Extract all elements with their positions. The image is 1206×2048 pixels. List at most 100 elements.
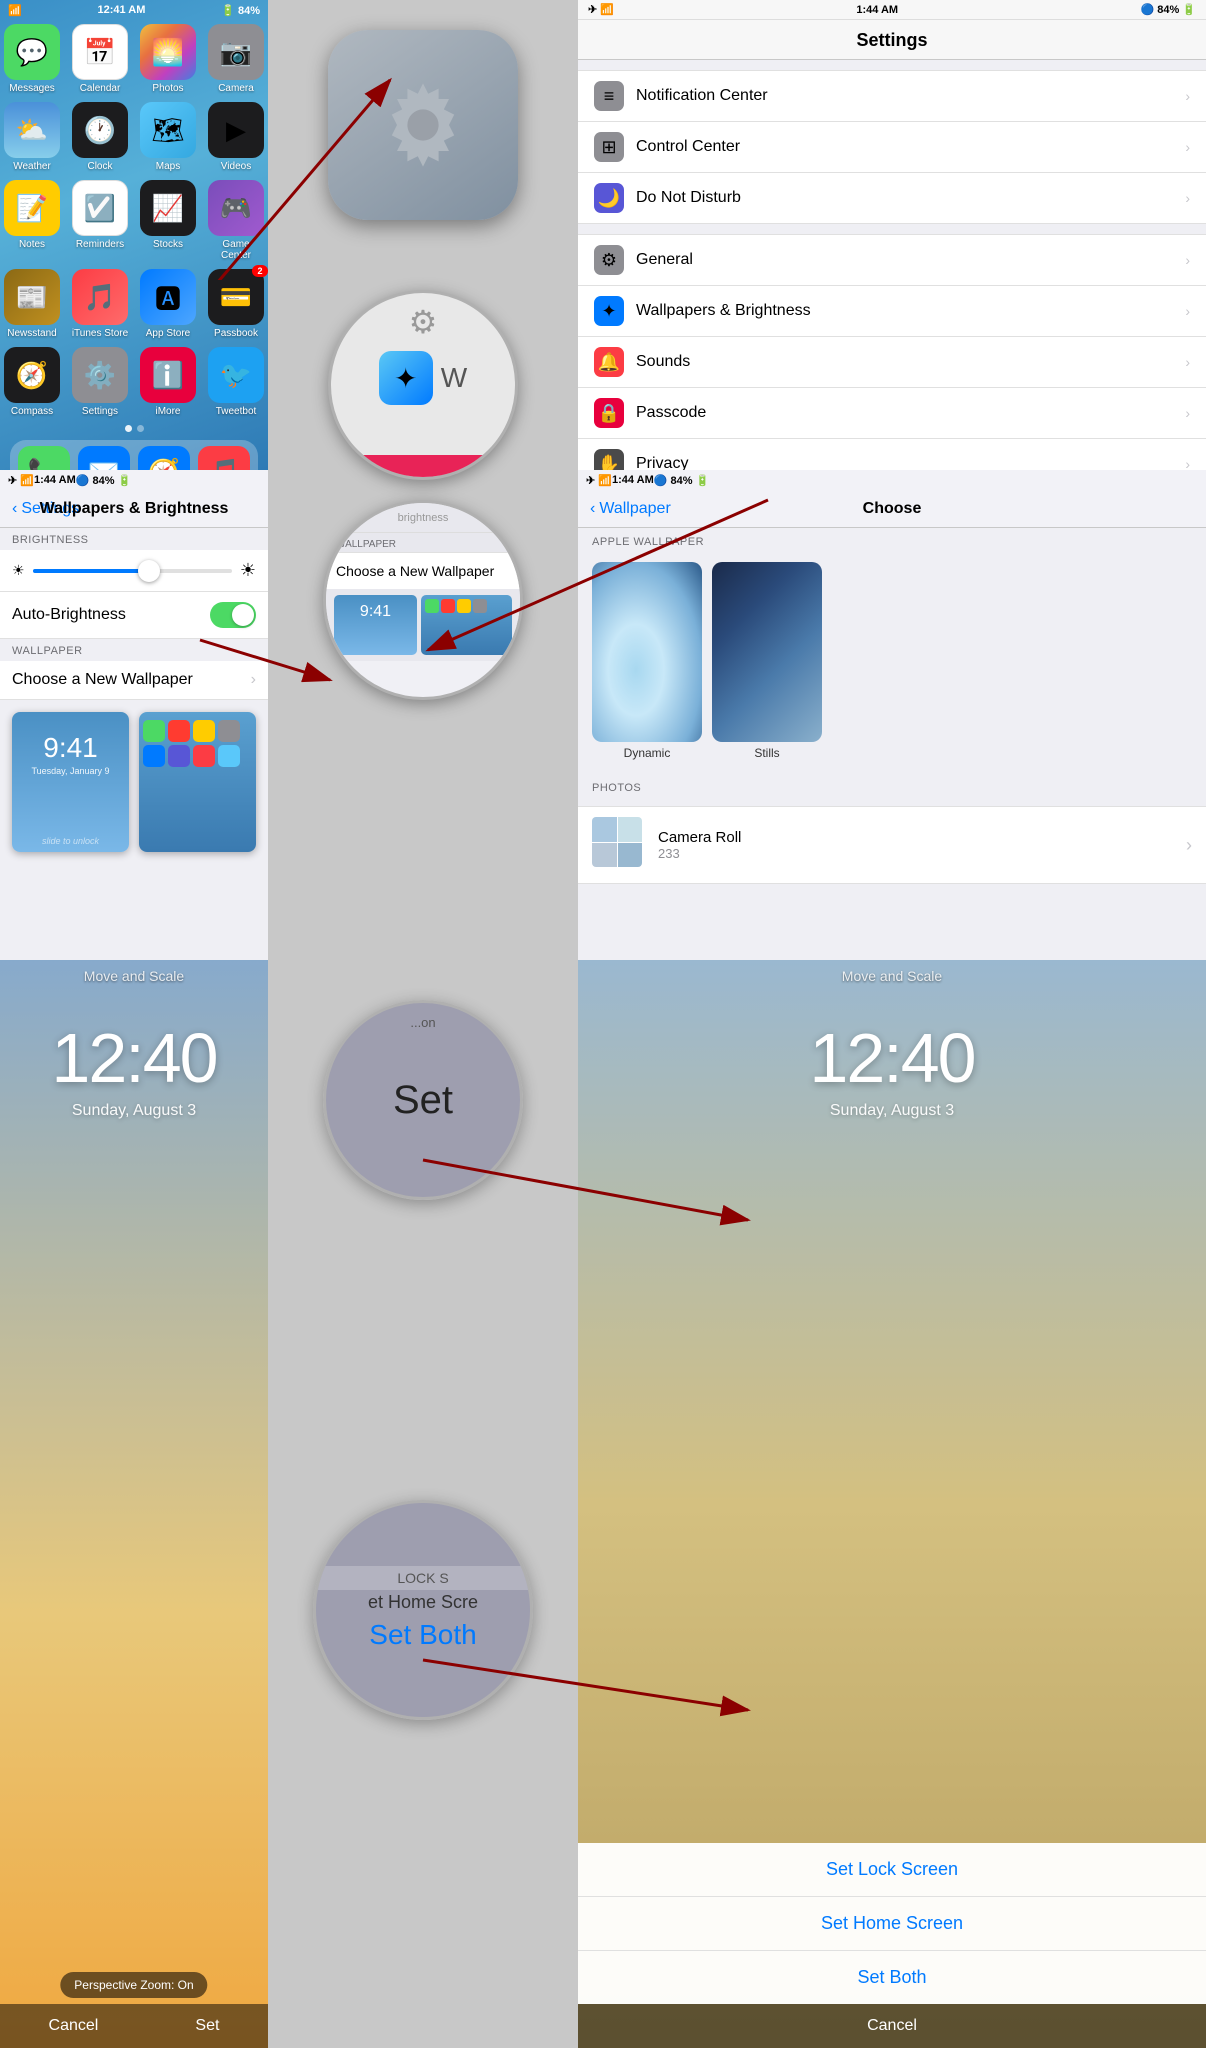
cw-status-bar: ✈ 📶 1:44 AM 🔵 84% 🔋 — [578, 470, 1206, 490]
wb-nav-bar: ‹ Settings Wallpapers & Brightness — [0, 490, 268, 528]
set-circle-top-text: ...on — [323, 1015, 523, 1030]
photos-section-header: PHOTOS — [578, 774, 1206, 798]
app-settings[interactable]: ⚙️ Settings — [70, 347, 130, 417]
app-stocks[interactable]: 📈 Stocks — [138, 180, 198, 261]
camera-roll-info: Camera Roll 233 — [658, 829, 1176, 861]
dock-safari[interactable]: 🧭 Safari — [138, 446, 190, 470]
app-photos[interactable]: 🌅 Photos — [138, 24, 198, 94]
camera-roll-row[interactable]: Camera Roll 233 › — [578, 806, 1206, 884]
wifi-icon: 📶 — [8, 5, 22, 17]
camera-roll-chevron: › — [1186, 835, 1192, 856]
mas-cancel-button-right[interactable]: Cancel — [867, 2017, 917, 2035]
app-game-center[interactable]: 🎮 Game Center — [206, 180, 266, 261]
move-scale-left-panel: Move and Scale 12:40 Sunday, August 3 Pe… — [0, 960, 268, 2048]
set-lock-screen-button[interactable]: Set Lock Screen — [578, 1843, 1206, 1897]
app-itunes-store[interactable]: 🎵 iTunes Store — [70, 269, 130, 339]
auto-brightness-toggle[interactable] — [210, 602, 256, 628]
dock-music[interactable]: 🎵 Music — [198, 446, 250, 470]
wallpaper-chooser-circle: ⚙ ✦ W — [328, 290, 518, 480]
wallpaper-w-letter: W — [441, 362, 467, 394]
stills-label: Stills — [712, 746, 822, 760]
control-center-icon: ⊞ — [594, 132, 624, 162]
mini-preview-row: 9:41 — [326, 589, 520, 661]
choose-wallpaper-label: Choose a New Wallpaper — [12, 671, 193, 689]
app-maps[interactable]: 🗺 Maps — [138, 102, 198, 172]
settings-row-general[interactable]: ⚙ General › — [578, 234, 1206, 286]
wb-status-bar: ✈ 📶 1:44 AM 🔵 84% 🔋 — [0, 470, 268, 490]
home-status-time: 12:41 AM — [98, 4, 146, 16]
settings-row-passcode[interactable]: 🔒 Passcode › — [578, 388, 1206, 439]
app-passbook[interactable]: 💳 2 Passbook — [206, 269, 266, 339]
settings-status-left: ✈ 📶 — [588, 3, 614, 16]
mag-choose-wallpaper-area: brightness WALLPAPER Choose a New Wallpa… — [268, 500, 578, 700]
lock-screen-preview[interactable]: 9:41 Tuesday, January 9 slide to unlock — [12, 712, 129, 852]
choose-new-wallpaper-row[interactable]: Choose a New Wallpaper › — [0, 661, 268, 700]
app-tweetbot[interactable]: 🐦 Tweetbot — [206, 347, 266, 417]
auto-brightness-row[interactable]: Auto-Brightness — [0, 592, 268, 639]
dock-mail[interactable]: ✉️ Mail — [78, 446, 130, 470]
settings-row-do-not-disturb[interactable]: 🌙 Do Not Disturb › — [578, 173, 1206, 224]
settings-title: Settings — [578, 20, 1206, 60]
mas-bottom-bar-right: Cancel — [578, 2004, 1206, 2048]
app-calendar[interactable]: 📅 Calendar — [70, 24, 130, 94]
set-options-panel: Set Lock Screen Set Home Screen Set Both — [578, 1843, 1206, 2004]
dynamic-wallpaper-option[interactable]: Dynamic — [592, 562, 702, 760]
set-both-button[interactable]: Set Both — [578, 1951, 1206, 2004]
brightness-slider[interactable] — [33, 569, 232, 573]
app-camera[interactable]: 📷 Camera — [206, 24, 266, 94]
home-screen-preview[interactable] — [139, 712, 256, 852]
mas-set-button-left[interactable]: Set — [195, 2017, 219, 2035]
dynamic-wallpaper-thumb — [592, 562, 702, 742]
settings-row-privacy[interactable]: ✋ Privacy › — [578, 439, 1206, 470]
preview-home-icons — [139, 712, 256, 775]
mas-header-left: Move and Scale — [0, 960, 268, 988]
app-compass[interactable]: 🧭 Compass — [2, 347, 62, 417]
mag-wallpaper-circle-area: ⚙ ✦ W — [268, 270, 578, 500]
app-reminders[interactable]: ☑️ Reminders — [70, 180, 130, 261]
settings-group-2: ⚙ General › ✦ Wallpapers & Brightness › … — [578, 234, 1206, 470]
settings-row-notification-center[interactable]: ≡ Notification Center › — [578, 70, 1206, 122]
general-icon: ⚙ — [594, 245, 624, 275]
chevron-left-icon: ‹ — [12, 500, 17, 518]
camera-roll-title: Camera Roll — [658, 829, 1176, 846]
settings-list-panel: ✈ 📶 1:44 AM 🔵 84% 🔋 Settings ≡ Notificat… — [578, 0, 1206, 470]
home-screen-partial: et Home Scre — [366, 1590, 480, 1615]
wallpaper-preview-screens: 9:41 Tuesday, January 9 slide to unlock — [0, 700, 268, 864]
home-battery-pct: 84% — [238, 5, 260, 17]
mas-cancel-button-left[interactable]: Cancel — [49, 2017, 99, 2035]
app-weather[interactable]: ⛅ Weather — [2, 102, 62, 172]
cw-back-button[interactable]: ‹ Wallpaper — [590, 500, 671, 518]
settings-status-time: 1:44 AM — [856, 4, 898, 16]
app-clock[interactable]: 🕐 Clock — [70, 102, 130, 172]
gear-icon-svg — [358, 60, 488, 190]
mas-bottom-bar-left: Cancel Set — [0, 2004, 268, 2048]
passbook-badge: 2 — [252, 265, 268, 277]
settings-group-1: ≡ Notification Center › ⊞ Control Center… — [578, 70, 1206, 224]
wallpaper-section-header: WALLPAPER — [0, 639, 268, 661]
app-notes[interactable]: 📝 Notes — [2, 180, 62, 261]
app-newsstand[interactable]: 📰 Newsstand — [2, 269, 62, 339]
mas-header-right: Move and Scale — [578, 960, 1206, 988]
settings-row-wallpapers[interactable]: ✦ Wallpapers & Brightness › — [578, 286, 1206, 337]
app-app-store[interactable]: 🅰 App Store — [138, 269, 198, 339]
red-highlight-strip — [331, 455, 515, 477]
set-circle-label: Set — [393, 1078, 453, 1123]
page-dots — [0, 421, 268, 436]
preview-lock-time: 9:41 — [12, 732, 129, 764]
app-videos[interactable]: ▶ Videos — [206, 102, 266, 172]
set-both-circle-label: Set Both — [365, 1615, 480, 1655]
app-messages[interactable]: 💬 Messages — [2, 24, 62, 94]
settings-row-sounds[interactable]: 🔔 Sounds › — [578, 337, 1206, 388]
brightness-row[interactable]: ☀ ☀ — [0, 550, 268, 592]
settings-row-control-center[interactable]: ⊞ Control Center › — [578, 122, 1206, 173]
dynamic-label: Dynamic — [592, 746, 702, 760]
home-status-bar: 📶 12:41 AM 🔋 84% — [0, 0, 268, 20]
app-imore[interactable]: ℹ️ iMore — [138, 347, 198, 417]
stills-wallpaper-option[interactable]: Stills — [712, 562, 822, 760]
dock-phone[interactable]: 📞 Phone — [18, 446, 70, 470]
choose-new-wallpaper-text: Choose a New Wallpaper — [326, 552, 520, 589]
perspective-zoom-pill[interactable]: Perspective Zoom: On — [60, 1972, 207, 1998]
set-home-screen-button[interactable]: Set Home Screen — [578, 1897, 1206, 1951]
wallpaper-blue-icon: ✦ — [379, 351, 433, 405]
privacy-icon: ✋ — [594, 449, 624, 470]
